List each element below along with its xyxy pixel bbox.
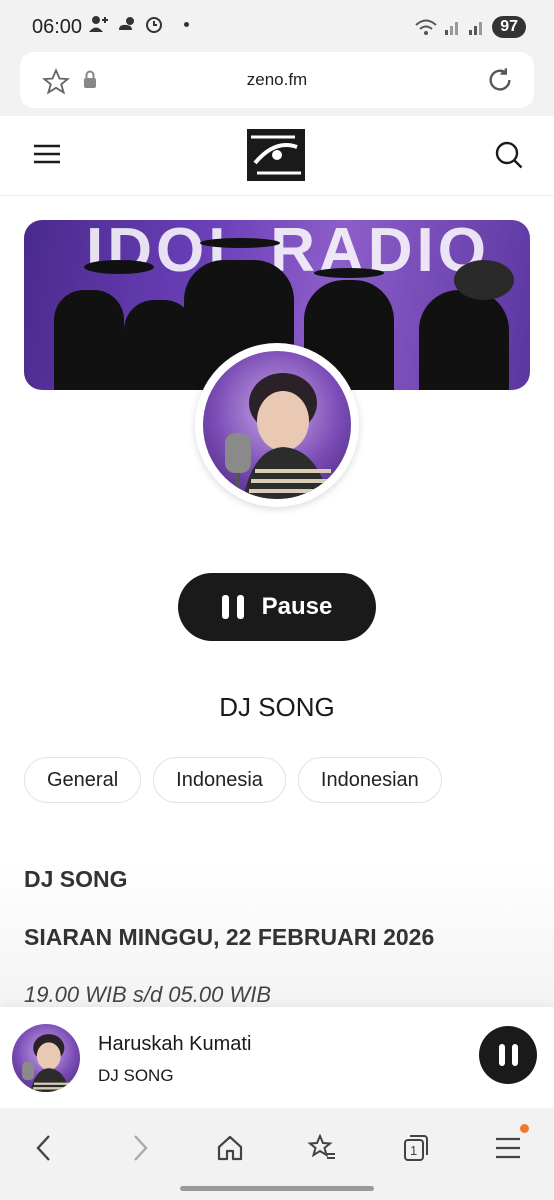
- site-header: [0, 116, 554, 196]
- status-right: 97: [414, 16, 526, 38]
- search-icon[interactable]: [494, 140, 524, 170]
- tag-indonesian[interactable]: Indonesian: [297, 757, 442, 803]
- person-add-icon: [89, 16, 108, 32]
- url-text: zeno.fm: [246, 70, 308, 89]
- bookmarks-star-icon: [307, 1134, 335, 1159]
- mini-player-track-title: Haruskah Kumati: [98, 1033, 252, 1055]
- banner-figure: [454, 260, 514, 300]
- banner-figure: [419, 290, 509, 390]
- back-button[interactable]: [24, 1128, 64, 1168]
- station-name: DJ SONG: [219, 692, 335, 722]
- mini-player[interactable]: Haruskah Kumati DJ SONG: [0, 1007, 554, 1107]
- pause-button[interactable]: Pause: [178, 573, 376, 641]
- chevron-right-icon: [134, 1135, 148, 1161]
- reload-icon[interactable]: [486, 66, 514, 94]
- tab-count: 1: [410, 1143, 418, 1158]
- hamburger-menu-icon[interactable]: [34, 144, 60, 164]
- weather-icon: [119, 17, 134, 30]
- status-time: 06:00: [32, 16, 83, 38]
- avatar-image: [225, 373, 339, 499]
- status-icons: [88, 14, 189, 34]
- browser-menu-button[interactable]: [488, 1124, 529, 1168]
- station-avatar: [195, 343, 359, 507]
- tag-list: General Indonesia Indonesian: [24, 757, 442, 803]
- banner-figure: [84, 260, 154, 274]
- mini-player-pause-button[interactable]: [479, 1026, 537, 1084]
- battery-indicator: 97: [492, 16, 526, 38]
- avatar: [203, 351, 351, 499]
- home-icon: [217, 1135, 243, 1161]
- status-bar: 06:00 97: [0, 0, 554, 52]
- menu-notification-dot: [520, 1124, 529, 1133]
- mini-player-thumbnail: [12, 1024, 80, 1092]
- bookmarks-button[interactable]: [302, 1128, 342, 1168]
- chevron-left-icon: [36, 1135, 50, 1161]
- home-indicator: [180, 1186, 374, 1191]
- address-bar[interactable]: zeno.fm: [20, 52, 534, 108]
- menu-icon: [496, 1137, 520, 1159]
- mini-player-artist: DJ SONG: [98, 1066, 174, 1085]
- banner-figure: [314, 268, 384, 278]
- zeno-logo[interactable]: [247, 129, 305, 181]
- description-time: 19.00 WIB s/d 05.00 WIB: [24, 982, 272, 1007]
- logo-mark-icon: [251, 135, 301, 175]
- tag-indonesia[interactable]: Indonesia: [153, 757, 286, 803]
- pause-icon: [221, 595, 244, 619]
- forward-button[interactable]: [120, 1128, 160, 1168]
- wifi-icon: [415, 19, 437, 35]
- description-title: DJ SONG: [24, 866, 128, 892]
- browser-toolbar: zeno.fm: [0, 52, 554, 116]
- thumbnail-image: [22, 1034, 75, 1092]
- alarm-icon: [146, 17, 162, 33]
- banner-figure: [200, 238, 280, 248]
- signal-icon: [445, 22, 459, 35]
- notification-dot-icon: [184, 21, 189, 27]
- description-date: SIARAN MINGGU, 22 FEBRUARI 2026: [24, 924, 435, 950]
- banner-figure: [54, 290, 124, 390]
- pause-label: Pause: [261, 593, 333, 620]
- home-button[interactable]: [210, 1128, 250, 1168]
- signal-icon-2: [469, 22, 483, 35]
- tag-general[interactable]: General: [24, 757, 142, 803]
- tabs-button[interactable]: 1: [396, 1128, 436, 1168]
